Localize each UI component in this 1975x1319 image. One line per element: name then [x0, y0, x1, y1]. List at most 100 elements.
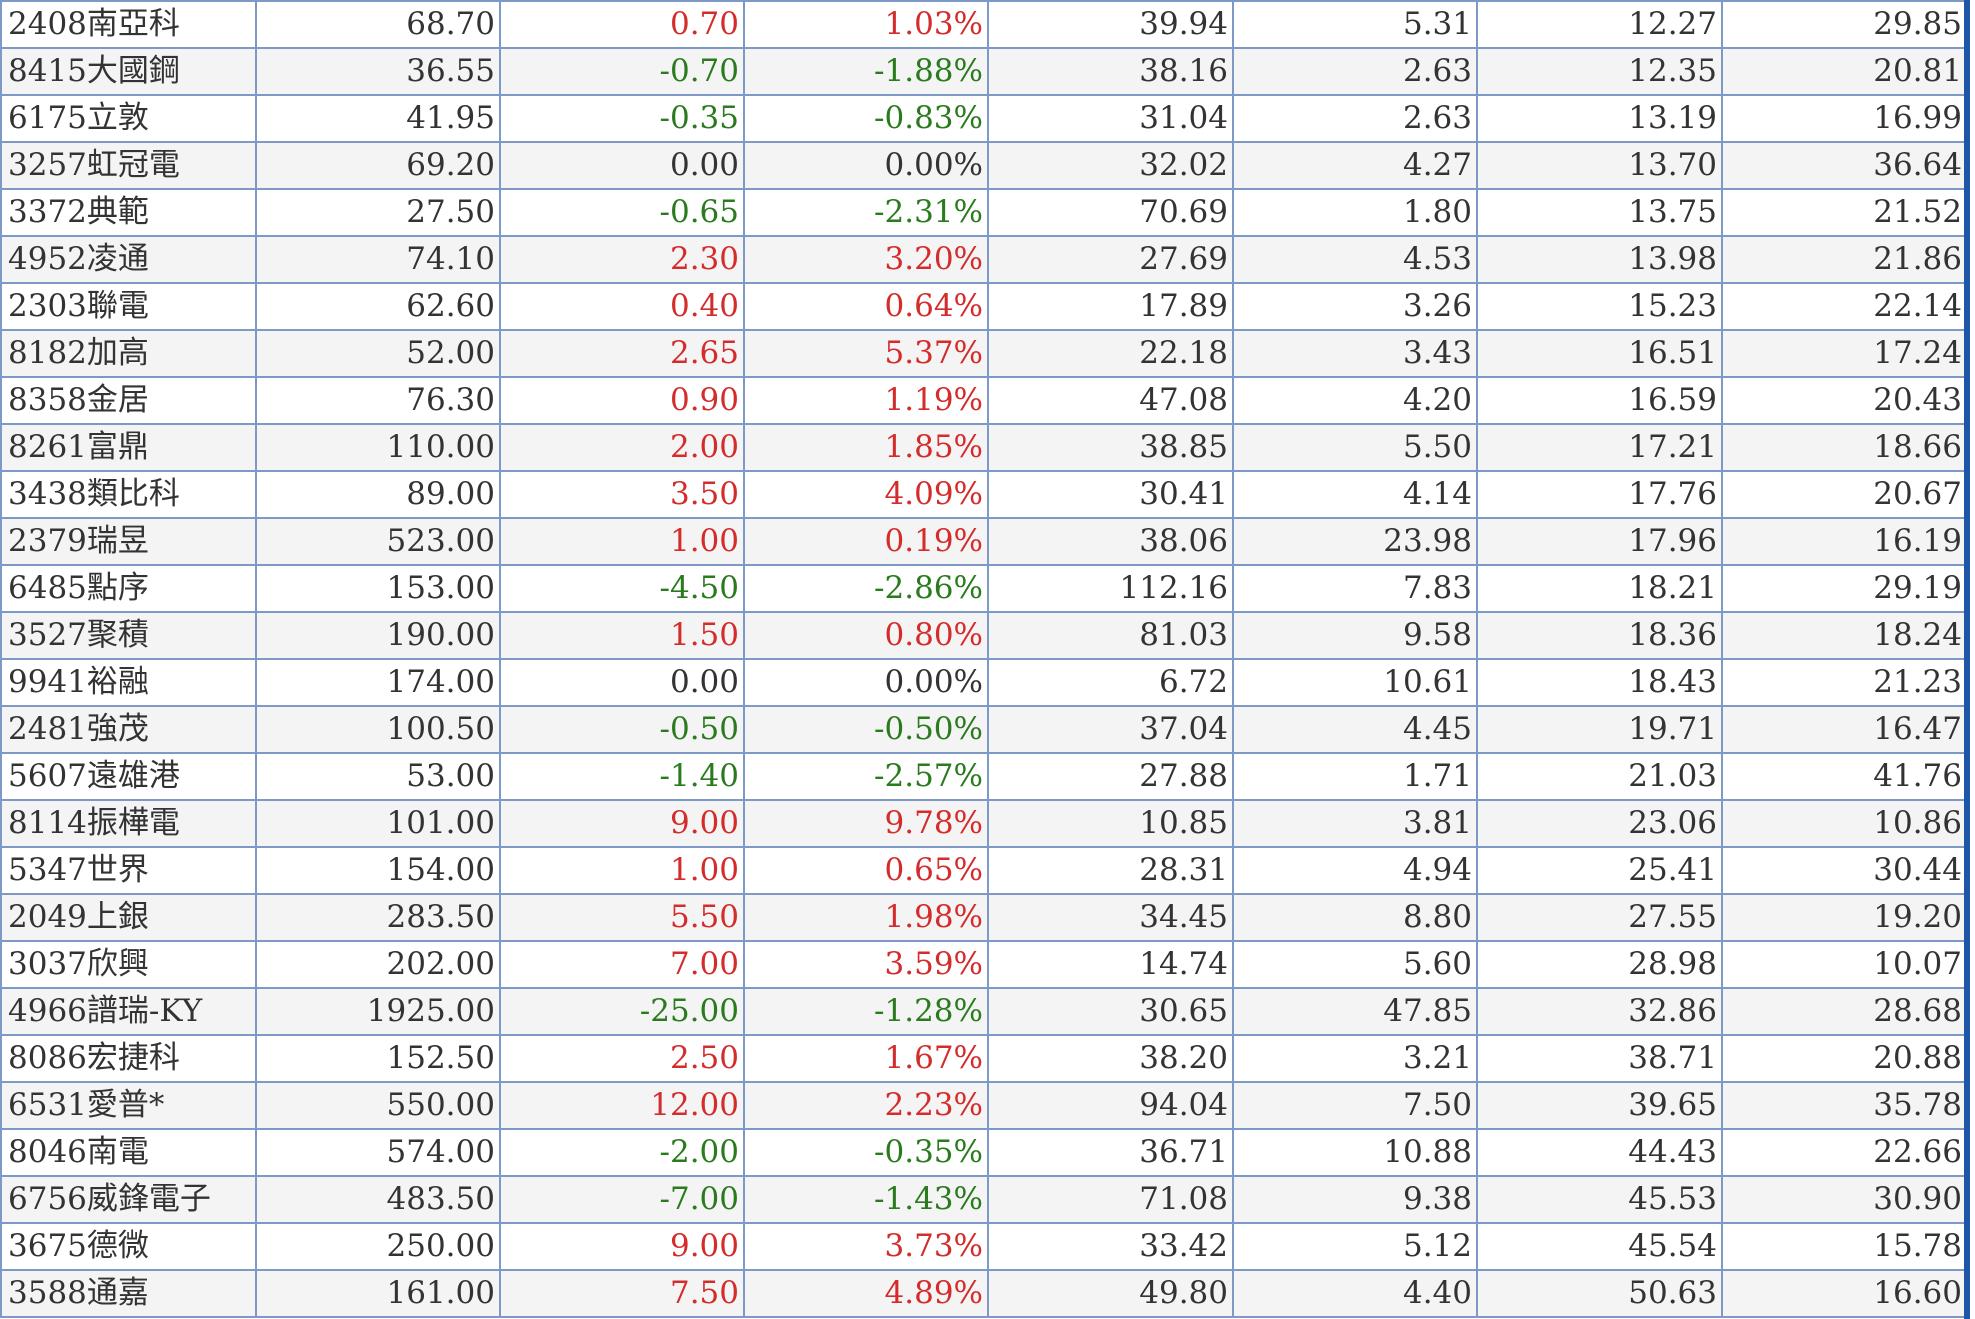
table-row[interactable]: 8261富鼎 110.00 2.00 1.85% 38.85 5.50 17.21 18.66 — [0, 423, 1968, 472]
table-row[interactable]: 3675德微 250.00 9.00 3.73% 33.42 5.12 45.54 15.78 — [0, 1222, 1968, 1271]
table-row[interactable]: 6531愛普* 550.00 12.00 2.23% 94.04 7.50 39.65 35.… — [0, 1081, 1968, 1130]
table-row[interactable]: 3438類比科 89.00 3.50 4.09% 30.41 4.14 17.76 20.67 — [0, 470, 1968, 519]
stock-name-cell: 5347世界 — [0, 846, 257, 895]
table-row[interactable]: 8358金居 76.30 0.90 1.19% 47.08 4.20 16.59 20.43 — [0, 376, 1968, 425]
value-cell-6: 17.21 — [1476, 423, 1723, 472]
value-cell-4: 27.69 — [987, 235, 1234, 284]
table-row[interactable]: 2049上銀 283.50 5.50 1.98% 34.45 8.80 27.55 19.20 — [0, 893, 1968, 942]
change-percent-cell: -0.83% — [743, 94, 989, 143]
change-cell: 9.00 — [499, 799, 745, 848]
value-cell-6: 27.55 — [1476, 893, 1723, 942]
value-cell-4: 94.04 — [987, 1081, 1234, 1130]
change-cell: -25.00 — [499, 987, 745, 1036]
change-percent-cell: 0.65% — [743, 846, 989, 895]
table-row[interactable]: 6175立敦 41.95 -0.35 -0.83% 31.04 2.63 13.19 16.9… — [0, 94, 1968, 143]
change-percent-cell: 3.20% — [743, 235, 989, 284]
table-row[interactable]: 8046南電 574.00 -2.00 -0.35% 36.71 10.88 44.43 22… — [0, 1128, 1968, 1177]
stock-name-cell: 9941裕融 — [0, 658, 257, 707]
table-row[interactable]: 6485點序 153.00 -4.50 -2.86% 112.16 7.83 18.21 29… — [0, 564, 1968, 613]
change-cell: 7.50 — [499, 1269, 745, 1318]
change-percent-cell: -2.86% — [743, 564, 989, 613]
stock-name-cell: 2408南亞科 — [0, 0, 257, 49]
change-cell: -0.70 — [499, 47, 745, 96]
table-row[interactable]: 3588通嘉 161.00 7.50 4.89% 49.80 4.40 50.63 16.60 — [0, 1269, 1968, 1318]
table-row[interactable]: 5347世界 154.00 1.00 0.65% 28.31 4.94 25.41 30.44 — [0, 846, 1968, 895]
price-cell: 250.00 — [255, 1222, 501, 1271]
value-cell-7: 30.44 — [1721, 846, 1968, 895]
price-cell: 523.00 — [255, 517, 501, 566]
stock-name-cell: 8182加高 — [0, 329, 257, 378]
table-row[interactable]: 4966譜瑞-KY 1925.00 -25.00 -1.28% 30.65 47.85 32… — [0, 987, 1968, 1036]
table-row[interactable]: 2303聯電 62.60 0.40 0.64% 17.89 3.26 15.23 22.14 — [0, 282, 1968, 331]
value-cell-4: 30.41 — [987, 470, 1234, 519]
value-cell-7: 15.78 — [1721, 1222, 1968, 1271]
stock-name-cell: 2303聯電 — [0, 282, 257, 331]
price-cell: 89.00 — [255, 470, 501, 519]
value-cell-6: 28.98 — [1476, 940, 1723, 989]
value-cell-6: 32.86 — [1476, 987, 1723, 1036]
value-cell-5: 23.98 — [1232, 517, 1478, 566]
change-percent-cell: 1.03% — [743, 0, 989, 49]
change-cell: 7.00 — [499, 940, 745, 989]
value-cell-6: 38.71 — [1476, 1034, 1723, 1083]
value-cell-6: 45.54 — [1476, 1222, 1723, 1271]
price-cell: 154.00 — [255, 846, 501, 895]
value-cell-7: 16.19 — [1721, 517, 1968, 566]
change-cell: 3.50 — [499, 470, 745, 519]
change-percent-cell: 3.59% — [743, 940, 989, 989]
value-cell-7: 18.24 — [1721, 611, 1968, 660]
value-cell-5: 8.80 — [1232, 893, 1478, 942]
table-row[interactable]: 8086宏捷科 152.50 2.50 1.67% 38.20 3.21 38.71 20.8… — [0, 1034, 1968, 1083]
table-row[interactable]: 6756威鋒電子 483.50 -7.00 -1.43% 71.08 9.38 45.53 3… — [0, 1175, 1968, 1224]
value-cell-7: 16.99 — [1721, 94, 1968, 143]
table-row[interactable]: 4952凌通 74.10 2.30 3.20% 27.69 4.53 13.98 21.86 — [0, 235, 1968, 284]
price-cell: 190.00 — [255, 611, 501, 660]
value-cell-7: 21.52 — [1721, 188, 1968, 237]
stock-name-cell: 6531愛普* — [0, 1081, 257, 1130]
table-row[interactable]: 2379瑞昱 523.00 1.00 0.19% 38.06 23.98 17.96 16.1… — [0, 517, 1968, 566]
stock-name-cell: 2379瑞昱 — [0, 517, 257, 566]
price-cell: 69.20 — [255, 141, 501, 190]
value-cell-4: 71.08 — [987, 1175, 1234, 1224]
price-cell: 36.55 — [255, 47, 501, 96]
change-cell: 0.70 — [499, 0, 745, 49]
stock-name-cell: 3588通嘉 — [0, 1269, 257, 1318]
price-cell: 62.60 — [255, 282, 501, 331]
value-cell-5: 4.27 — [1232, 141, 1478, 190]
value-cell-5: 7.50 — [1232, 1081, 1478, 1130]
stock-name-cell: 3257虹冠電 — [0, 141, 257, 190]
table-body: 2408南亞科 68.70 0.70 1.03% 39.94 5.31 12.27 29.85… — [0, 0, 1968, 1318]
stock-name-cell: 8086宏捷科 — [0, 1034, 257, 1083]
change-cell: -2.00 — [499, 1128, 745, 1177]
price-cell: 53.00 — [255, 752, 501, 801]
table-row[interactable]: 2408南亞科 68.70 0.70 1.03% 39.94 5.31 12.27 29.85 — [0, 0, 1968, 49]
change-cell: 2.50 — [499, 1034, 745, 1083]
value-cell-5: 10.88 — [1232, 1128, 1478, 1177]
change-cell: 5.50 — [499, 893, 745, 942]
stock-name-cell: 6175立敦 — [0, 94, 257, 143]
table-row[interactable]: 3527聚積 190.00 1.50 0.80% 81.03 9.58 18.36 18.24 — [0, 611, 1968, 660]
stock-name-cell: 4966譜瑞-KY — [0, 987, 257, 1036]
change-percent-cell: -1.28% — [743, 987, 989, 1036]
value-cell-5: 2.63 — [1232, 47, 1478, 96]
change-cell: 0.40 — [499, 282, 745, 331]
change-cell: 1.50 — [499, 611, 745, 660]
table-row[interactable]: 3037欣興 202.00 7.00 3.59% 14.74 5.60 28.98 10.07 — [0, 940, 1968, 989]
stock-table: 2408南亞科 68.70 0.70 1.03% 39.94 5.31 12.27 29.85… — [0, 0, 1968, 1318]
value-cell-4: 14.74 — [987, 940, 1234, 989]
value-cell-6: 13.98 — [1476, 235, 1723, 284]
table-row[interactable]: 3257虹冠電 69.20 0.00 0.00% 32.02 4.27 13.70 36.64 — [0, 141, 1968, 190]
value-cell-4: 81.03 — [987, 611, 1234, 660]
change-percent-cell: 4.09% — [743, 470, 989, 519]
change-cell: 1.00 — [499, 517, 745, 566]
table-row[interactable]: 8114振樺電 101.00 9.00 9.78% 10.85 3.81 23.06 10.8… — [0, 799, 1968, 848]
value-cell-4: 28.31 — [987, 846, 1234, 895]
table-row[interactable]: 8415大國鋼 36.55 -0.70 -1.88% 38.16 2.63 12.35 20.… — [0, 47, 1968, 96]
table-row[interactable]: 3372典範 27.50 -0.65 -2.31% 70.69 1.80 13.75 21.5… — [0, 188, 1968, 237]
table-row[interactable]: 9941裕融 174.00 0.00 0.00% 6.72 10.61 18.43 21.23 — [0, 658, 1968, 707]
table-row[interactable]: 2481強茂 100.50 -0.50 -0.50% 37.04 4.45 19.71 16.… — [0, 705, 1968, 754]
value-cell-4: 32.02 — [987, 141, 1234, 190]
table-row[interactable]: 8182加高 52.00 2.65 5.37% 22.18 3.43 16.51 17.24 — [0, 329, 1968, 378]
table-row[interactable]: 5607遠雄港 53.00 -1.40 -2.57% 27.88 1.71 21.03 41.… — [0, 752, 1968, 801]
value-cell-7: 35.78 — [1721, 1081, 1968, 1130]
